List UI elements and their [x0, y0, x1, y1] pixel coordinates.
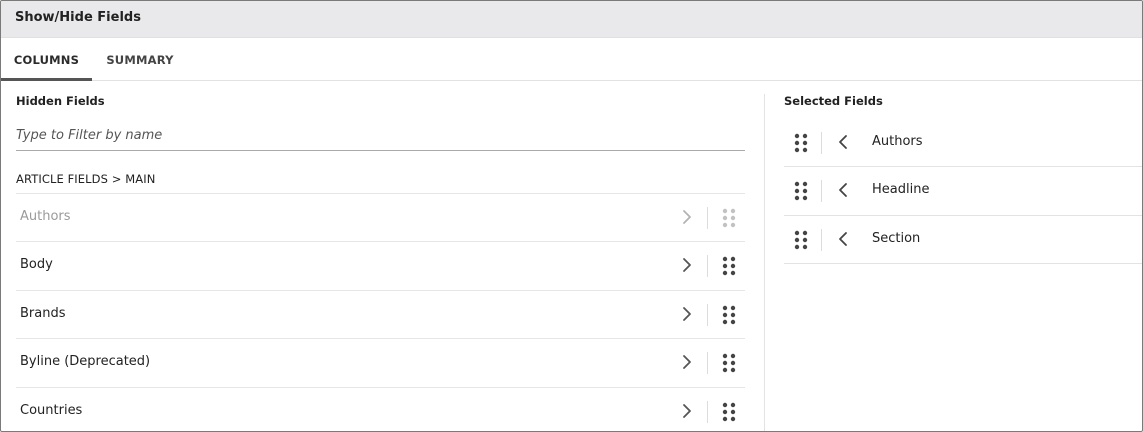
selected-field-label: Authors: [872, 134, 923, 149]
show-hide-fields-dialog: Show/Hide Fields COLUMNS SUMMARY Hidden …: [0, 0, 1143, 432]
tab-summary[interactable]: SUMMARY: [96, 38, 184, 81]
selected-fields-list: Authors Headline Section: [784, 119, 1142, 265]
selected-field-row[interactable]: Authors: [784, 119, 1142, 168]
group-label: ARTICLE FIELDS > MAIN: [16, 172, 156, 186]
chevron-left-icon[interactable]: [836, 134, 850, 150]
dialog-title: Show/Hide Fields: [15, 10, 141, 25]
drag-handle-icon[interactable]: [794, 133, 808, 153]
drag-handle-icon[interactable]: [794, 230, 808, 250]
selected-field-label: Section: [872, 230, 921, 246]
selected-field-row[interactable]: Section: [784, 216, 1142, 265]
chevron-right-icon[interactable]: [680, 209, 694, 225]
selected-field-label: Headline: [872, 182, 930, 198]
drag-handle-icon[interactable]: [722, 256, 736, 276]
selected-fields-heading: Selected Fields: [784, 94, 883, 108]
hidden-field-row[interactable]: Brands: [16, 289, 745, 338]
chevron-left-icon[interactable]: [836, 231, 850, 247]
drag-handle-icon[interactable]: [722, 208, 736, 228]
hidden-field-label: Authors: [20, 209, 71, 224]
hidden-field-label: Countries: [20, 402, 83, 418]
selected-field-row[interactable]: Headline: [784, 167, 1142, 216]
hidden-field-row[interactable]: Countries: [16, 386, 745, 431]
filter-input[interactable]: [16, 121, 745, 149]
hidden-field-row[interactable]: Body: [16, 241, 745, 289]
hidden-field-label: Body: [20, 257, 53, 273]
panel-divider: [764, 94, 765, 431]
row-divider: [707, 303, 708, 326]
hidden-field-label: Byline (Deprecated): [20, 354, 151, 370]
hidden-field-row[interactable]: Authors: [16, 193, 745, 241]
dialog-header: Show/Hide Fields: [1, 1, 1142, 38]
hidden-fields-list: Authors Body Brands Byline (Deprecated) …: [16, 193, 745, 431]
row-divider: [821, 132, 822, 154]
drag-handle-icon[interactable]: [794, 181, 808, 201]
chevron-right-icon[interactable]: [680, 354, 694, 370]
chevron-right-icon[interactable]: [680, 403, 694, 419]
row-divider: [707, 255, 708, 278]
drag-handle-icon[interactable]: [722, 402, 736, 422]
tab-bar: COLUMNS SUMMARY: [1, 38, 1142, 81]
row-divider: [707, 207, 708, 229]
chevron-right-icon[interactable]: [680, 257, 694, 273]
hidden-field-row[interactable]: Byline (Deprecated): [16, 338, 745, 386]
row-divider: [707, 352, 708, 375]
chevron-right-icon[interactable]: [680, 306, 694, 322]
tab-columns[interactable]: COLUMNS: [1, 38, 92, 81]
filter-field: [16, 121, 745, 151]
hidden-field-label: Brands: [20, 305, 66, 321]
hidden-fields-heading: Hidden Fields: [16, 94, 105, 108]
drag-handle-icon[interactable]: [722, 353, 736, 373]
row-divider: [707, 400, 708, 423]
row-divider: [821, 228, 822, 251]
drag-handle-icon[interactable]: [722, 305, 736, 325]
chevron-left-icon[interactable]: [836, 182, 850, 198]
row-divider: [821, 180, 822, 203]
